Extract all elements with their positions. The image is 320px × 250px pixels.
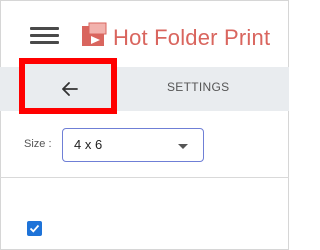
back-button[interactable]: [19, 58, 117, 114]
option-checkbox[interactable]: [27, 221, 42, 236]
section-divider: [0, 177, 289, 178]
size-select-value: 4 x 6: [74, 137, 103, 152]
size-select[interactable]: 4 x 6: [62, 128, 204, 162]
folder-printer-logo-icon: [80, 22, 110, 48]
size-label: Size :: [24, 138, 52, 150]
caret-down-icon: [178, 144, 188, 149]
app-title: Hot Folder Print: [113, 25, 271, 50]
settings-tab-label: SETTINGS: [167, 80, 230, 94]
checkmark-icon: [29, 224, 40, 233]
hamburger-menu-icon[interactable]: [30, 27, 59, 44]
arrow-left-icon: [62, 82, 78, 96]
